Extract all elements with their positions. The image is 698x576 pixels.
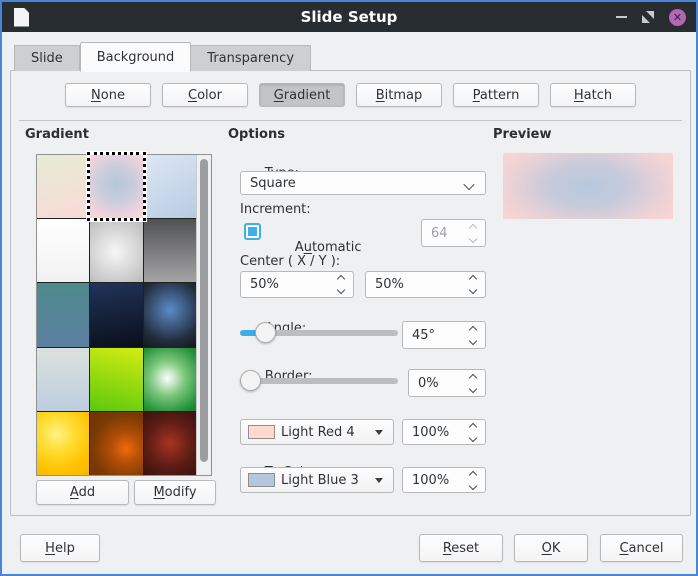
none-button[interactable]: None bbox=[65, 83, 151, 107]
spin-up-icon[interactable] bbox=[469, 470, 477, 478]
gradient-preview bbox=[503, 153, 673, 219]
border-spinner[interactable]: 0% bbox=[408, 369, 486, 397]
separator bbox=[19, 120, 682, 121]
background-tab-page: None Color Gradient Bitmap Pattern Hatch… bbox=[10, 70, 691, 516]
restore-icon[interactable] bbox=[642, 11, 654, 23]
gradient-swatch[interactable] bbox=[37, 219, 89, 282]
reset-button[interactable]: Reset bbox=[419, 534, 503, 562]
gradient-swatch[interactable] bbox=[90, 219, 142, 282]
bitmap-button[interactable]: Bitmap bbox=[356, 83, 442, 107]
spin-up-icon[interactable] bbox=[469, 422, 477, 430]
dropdown-arrow-icon bbox=[375, 478, 383, 483]
tab-background[interactable]: Background bbox=[80, 42, 192, 72]
spin-down-icon[interactable] bbox=[337, 286, 345, 294]
ok-button[interactable]: OK bbox=[514, 534, 588, 562]
slider-handle[interactable] bbox=[240, 370, 261, 391]
to-opacity-spinner[interactable]: 100% bbox=[402, 467, 486, 493]
gradient-button[interactable]: Gradient bbox=[259, 83, 345, 107]
spin-down-icon bbox=[469, 234, 477, 242]
window-title: Slide Setup bbox=[2, 8, 696, 26]
spin-down-icon[interactable] bbox=[469, 384, 477, 392]
gradient-swatch[interactable] bbox=[90, 412, 142, 475]
pattern-button[interactable]: Pattern bbox=[453, 83, 539, 107]
spin-down-icon[interactable] bbox=[469, 433, 477, 441]
from-color-select[interactable]: Light Red 4 bbox=[240, 419, 394, 445]
angle-slider[interactable] bbox=[240, 322, 398, 343]
document-icon bbox=[14, 8, 29, 27]
chevron-down-icon bbox=[463, 179, 474, 190]
options-header: Options bbox=[228, 127, 285, 142]
gradient-swatch[interactable] bbox=[144, 412, 196, 475]
gradient-swatch[interactable] bbox=[144, 219, 196, 282]
angle-spinner[interactable]: 45° bbox=[402, 321, 486, 349]
spin-down-icon[interactable] bbox=[469, 481, 477, 489]
spin-up-icon bbox=[469, 223, 477, 231]
tab-bar: Slide Background Transparency bbox=[14, 42, 311, 71]
add-button[interactable]: Add bbox=[36, 480, 129, 505]
gradient-swatch[interactable] bbox=[37, 348, 89, 411]
gradient-swatch[interactable] bbox=[90, 348, 142, 411]
gradient-swatch[interactable] bbox=[144, 348, 196, 411]
from-opacity-spinner[interactable]: 100% bbox=[402, 419, 486, 445]
increment-spinner: 64 bbox=[421, 219, 486, 247]
dropdown-arrow-icon bbox=[375, 430, 383, 435]
gradient-swatch[interactable] bbox=[90, 283, 142, 346]
gradient-header: Gradient bbox=[25, 127, 89, 142]
gradient-list bbox=[36, 154, 212, 476]
center-x-spinner[interactable]: 50% bbox=[240, 271, 354, 298]
to-color-select[interactable]: Light Blue 3 bbox=[240, 467, 394, 493]
gradient-list-scrollbar[interactable] bbox=[196, 155, 211, 475]
scrollbar-thumb[interactable] bbox=[200, 159, 208, 462]
spin-down-icon[interactable] bbox=[469, 336, 477, 344]
fill-type-row: None Color Gradient Bitmap Pattern Hatch bbox=[11, 83, 690, 107]
center-label: Center ( X / Y ): bbox=[240, 254, 340, 269]
close-icon[interactable]: ✕ bbox=[669, 9, 686, 26]
automatic-checkbox[interactable] bbox=[244, 223, 261, 240]
slide-setup-dialog: Slide Setup ✕ Slide Background Transpare… bbox=[0, 0, 698, 576]
help-button[interactable]: Help bbox=[20, 534, 100, 562]
gradient-swatch[interactable] bbox=[37, 155, 89, 218]
spin-up-icon[interactable] bbox=[337, 275, 345, 283]
increment-label: Increment: bbox=[240, 202, 311, 217]
gradient-swatch[interactable] bbox=[144, 283, 196, 346]
type-select[interactable]: Square bbox=[240, 171, 486, 195]
center-y-spinner[interactable]: 50% bbox=[365, 271, 486, 298]
border-slider[interactable] bbox=[240, 370, 398, 391]
from-color-swatch bbox=[248, 425, 275, 439]
spin-up-icon[interactable] bbox=[469, 373, 477, 381]
tab-transparency[interactable]: Transparency bbox=[191, 45, 311, 71]
hatch-button[interactable]: Hatch bbox=[550, 83, 636, 107]
to-color-swatch bbox=[248, 473, 275, 487]
checkbox-check-icon bbox=[248, 227, 257, 236]
slider-handle[interactable] bbox=[255, 322, 276, 343]
gradient-swatch[interactable] bbox=[37, 412, 89, 475]
minimize-icon[interactable] bbox=[616, 16, 627, 18]
gradient-swatch[interactable] bbox=[37, 283, 89, 346]
gradient-swatch-grid bbox=[37, 155, 196, 475]
color-button[interactable]: Color bbox=[162, 83, 248, 107]
preview-header: Preview bbox=[493, 127, 552, 142]
spin-down-icon[interactable] bbox=[469, 286, 477, 294]
cancel-button[interactable]: Cancel bbox=[600, 534, 683, 562]
gradient-swatch[interactable] bbox=[144, 155, 196, 218]
spin-up-icon[interactable] bbox=[469, 325, 477, 333]
gradient-swatch-selected[interactable] bbox=[90, 155, 142, 218]
titlebar[interactable]: Slide Setup ✕ bbox=[2, 2, 696, 32]
tab-slide[interactable]: Slide bbox=[14, 45, 80, 71]
modify-button[interactable]: Modify bbox=[134, 480, 216, 505]
spin-up-icon[interactable] bbox=[469, 275, 477, 283]
